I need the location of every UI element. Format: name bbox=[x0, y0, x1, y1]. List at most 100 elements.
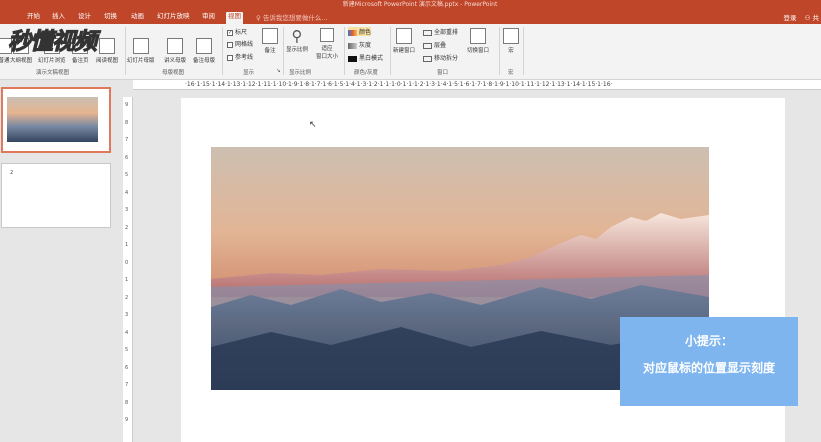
new-window-button[interactable]: 新建窗口 bbox=[393, 28, 415, 54]
group-label-zoom: 显示比例 bbox=[289, 70, 312, 76]
ruler-tick-label: 4 bbox=[125, 189, 129, 196]
zoom-button[interactable]: ⚲ 显示比例 bbox=[286, 27, 308, 54]
ruler-tick-label: 9 bbox=[125, 102, 129, 108]
reading-view-button[interactable]: 阅读视图 bbox=[96, 38, 118, 64]
ruler-tick-label: 9 bbox=[125, 417, 129, 423]
black-white-swatch-icon bbox=[348, 55, 357, 62]
group-label-macros: 宏 bbox=[508, 70, 514, 76]
tab-view[interactable]: 视图 bbox=[226, 12, 243, 24]
group-label-show: 显示 bbox=[243, 70, 255, 76]
gridlines-checkbox[interactable]: 网格线 bbox=[227, 39, 253, 48]
checkmark-icon: ✓ bbox=[227, 29, 233, 36]
divider bbox=[390, 27, 391, 75]
divider bbox=[344, 27, 345, 75]
horizontal-ruler: ·16·1·15·1·14·1·13·1·12·1·11·1·10·1·9·1·… bbox=[133, 80, 821, 90]
vertical-ruler: 9 8 7 6 5 4 3 2 1 0 1 2 3 4 5 6 7 8 9 bbox=[123, 97, 133, 442]
slide-master-button[interactable]: 幻灯片母版 bbox=[127, 38, 155, 64]
group-label-color: 颜色/灰度 bbox=[354, 70, 378, 76]
move-split-button[interactable]: 移动拆分 bbox=[423, 53, 458, 62]
ribbon-view: 普通 大纲视图 幻灯片浏览 备注页 阅读视图 演示文稿视图 幻灯片母版 讲义母版… bbox=[0, 24, 821, 80]
new-window-icon bbox=[396, 28, 412, 44]
ruler-tick-label: 2 bbox=[125, 224, 129, 231]
cascade-icon bbox=[423, 42, 432, 49]
tab-transitions[interactable]: 切换 bbox=[102, 12, 119, 24]
group-label-master-views: 母版视图 bbox=[162, 70, 185, 76]
thumbnail-image bbox=[7, 97, 98, 142]
ruler-tick-label: 7 bbox=[125, 382, 129, 388]
divider bbox=[283, 27, 284, 75]
black-white-option[interactable]: 黑白模式 bbox=[348, 53, 383, 62]
ribbon-tabs: 开始 插入 设计 切换 动画 幻灯片放映 审阅 视图 ♀ 告诉我您想要做什么..… bbox=[0, 9, 821, 24]
tab-review[interactable]: 审阅 bbox=[200, 12, 217, 24]
person-icon: ⚇ bbox=[804, 14, 811, 22]
divider bbox=[523, 27, 524, 75]
color-option[interactable]: 颜色 bbox=[348, 27, 372, 36]
ruler-tick-label: 2 bbox=[125, 294, 129, 301]
macros-button[interactable]: 宏 bbox=[503, 28, 519, 54]
tip-title: 小提示： bbox=[684, 334, 733, 348]
arrange-all-icon bbox=[423, 29, 432, 36]
ruler-tick-label: 1 bbox=[125, 242, 129, 248]
ruler-tick-label: 5 bbox=[125, 172, 129, 178]
notes-button[interactable]: 备注 bbox=[262, 28, 278, 54]
window-title: 新建Microsoft PowerPoint 演示文稿.pptx - Power… bbox=[342, 1, 498, 8]
ruler-tick-label: 6 bbox=[125, 364, 129, 371]
mouse-cursor-icon: ↖ bbox=[309, 120, 317, 130]
slide-canvas[interactable]: 小提示： 对应鼠标的位置显示刻度 ↖ bbox=[181, 98, 798, 442]
switch-windows-icon bbox=[470, 28, 486, 44]
ruler-tick-label: 6 bbox=[125, 154, 129, 161]
title-bar: 新建Microsoft PowerPoint 演示文稿.pptx - Power… bbox=[0, 0, 821, 9]
slide-number: 2 bbox=[10, 170, 14, 176]
watermark-logo: 秒懂视频 bbox=[8, 29, 98, 56]
handout-master-icon bbox=[167, 38, 183, 54]
slide-thumbnail-1[interactable] bbox=[1, 87, 111, 153]
ruler-tick-label: 7 bbox=[125, 137, 129, 143]
handout-master-button[interactable]: 讲义母版 bbox=[164, 38, 186, 64]
divider bbox=[222, 27, 223, 75]
ruler-tick-label: 8 bbox=[125, 399, 129, 406]
grayscale-swatch-icon bbox=[348, 42, 357, 49]
tell-me-text: 告诉我您想要做什么... bbox=[262, 14, 328, 22]
tell-me-box[interactable]: ♀ 告诉我您想要做什么... bbox=[256, 12, 328, 22]
slide-master-icon bbox=[132, 38, 149, 54]
slide-thumbnail-2[interactable]: 2 bbox=[1, 163, 111, 228]
notes-master-button[interactable]: 备注母版 bbox=[193, 38, 215, 64]
ruler-tick-label: 5 bbox=[125, 347, 129, 353]
move-split-icon bbox=[423, 55, 432, 62]
ruler-tick-label: 3 bbox=[125, 312, 129, 318]
switch-windows-button[interactable]: 切换窗口 bbox=[467, 28, 489, 54]
ruler-scale: ·16·1·15·1·14·1·13·1·12·1·11·1·10·1·9·1·… bbox=[185, 81, 613, 88]
fit-window-icon bbox=[320, 28, 334, 42]
magnifier-icon: ⚲ bbox=[291, 27, 303, 45]
lightbulb-icon: ♀ bbox=[256, 14, 263, 22]
group-label-presentation-views: 演示文稿视图 bbox=[36, 70, 70, 76]
ruler-tick-label: 8 bbox=[125, 119, 129, 126]
login-link[interactable]: 登录 bbox=[784, 14, 797, 22]
fit-to-window-button[interactable]: 适应 窗口大小 bbox=[316, 28, 338, 60]
account-area[interactable]: 登录 ⚇ 共 bbox=[784, 12, 819, 22]
tab-slideshow[interactable]: 幻灯片放映 bbox=[155, 12, 192, 24]
ruler-tick-label: 0 bbox=[125, 259, 129, 266]
cascade-button[interactable]: 层叠 bbox=[423, 40, 446, 49]
ruler-tick-label: 3 bbox=[125, 207, 129, 213]
arrange-all-button[interactable]: 全部重排 bbox=[423, 27, 458, 36]
ruler-checkbox[interactable]: ✓ 标尺 bbox=[227, 27, 247, 36]
ruler-tick-label: 4 bbox=[125, 329, 129, 336]
dialog-launcher-icon[interactable]: ↘ bbox=[276, 68, 281, 74]
grayscale-option[interactable]: 灰度 bbox=[348, 40, 371, 49]
share-button[interactable]: 共 bbox=[813, 14, 820, 22]
slide-thumbnails-pane: 2 bbox=[0, 81, 122, 442]
tip-text: 对应鼠标的位置显示刻度 bbox=[642, 361, 775, 375]
ruler-tick-label: 1 bbox=[125, 277, 129, 283]
divider bbox=[499, 27, 500, 75]
color-swatch-icon bbox=[348, 29, 357, 36]
notes-master-icon bbox=[196, 38, 212, 54]
macros-icon bbox=[503, 28, 519, 44]
guides-checkbox[interactable]: 参考线 bbox=[227, 52, 253, 61]
reading-view-icon bbox=[99, 38, 115, 54]
tip-callout[interactable]: 小提示： 对应鼠标的位置显示刻度 bbox=[620, 317, 798, 406]
notes-icon bbox=[262, 28, 278, 44]
group-label-window: 窗口 bbox=[437, 70, 449, 76]
divider bbox=[125, 27, 126, 75]
tab-animations[interactable]: 动画 bbox=[129, 12, 146, 24]
